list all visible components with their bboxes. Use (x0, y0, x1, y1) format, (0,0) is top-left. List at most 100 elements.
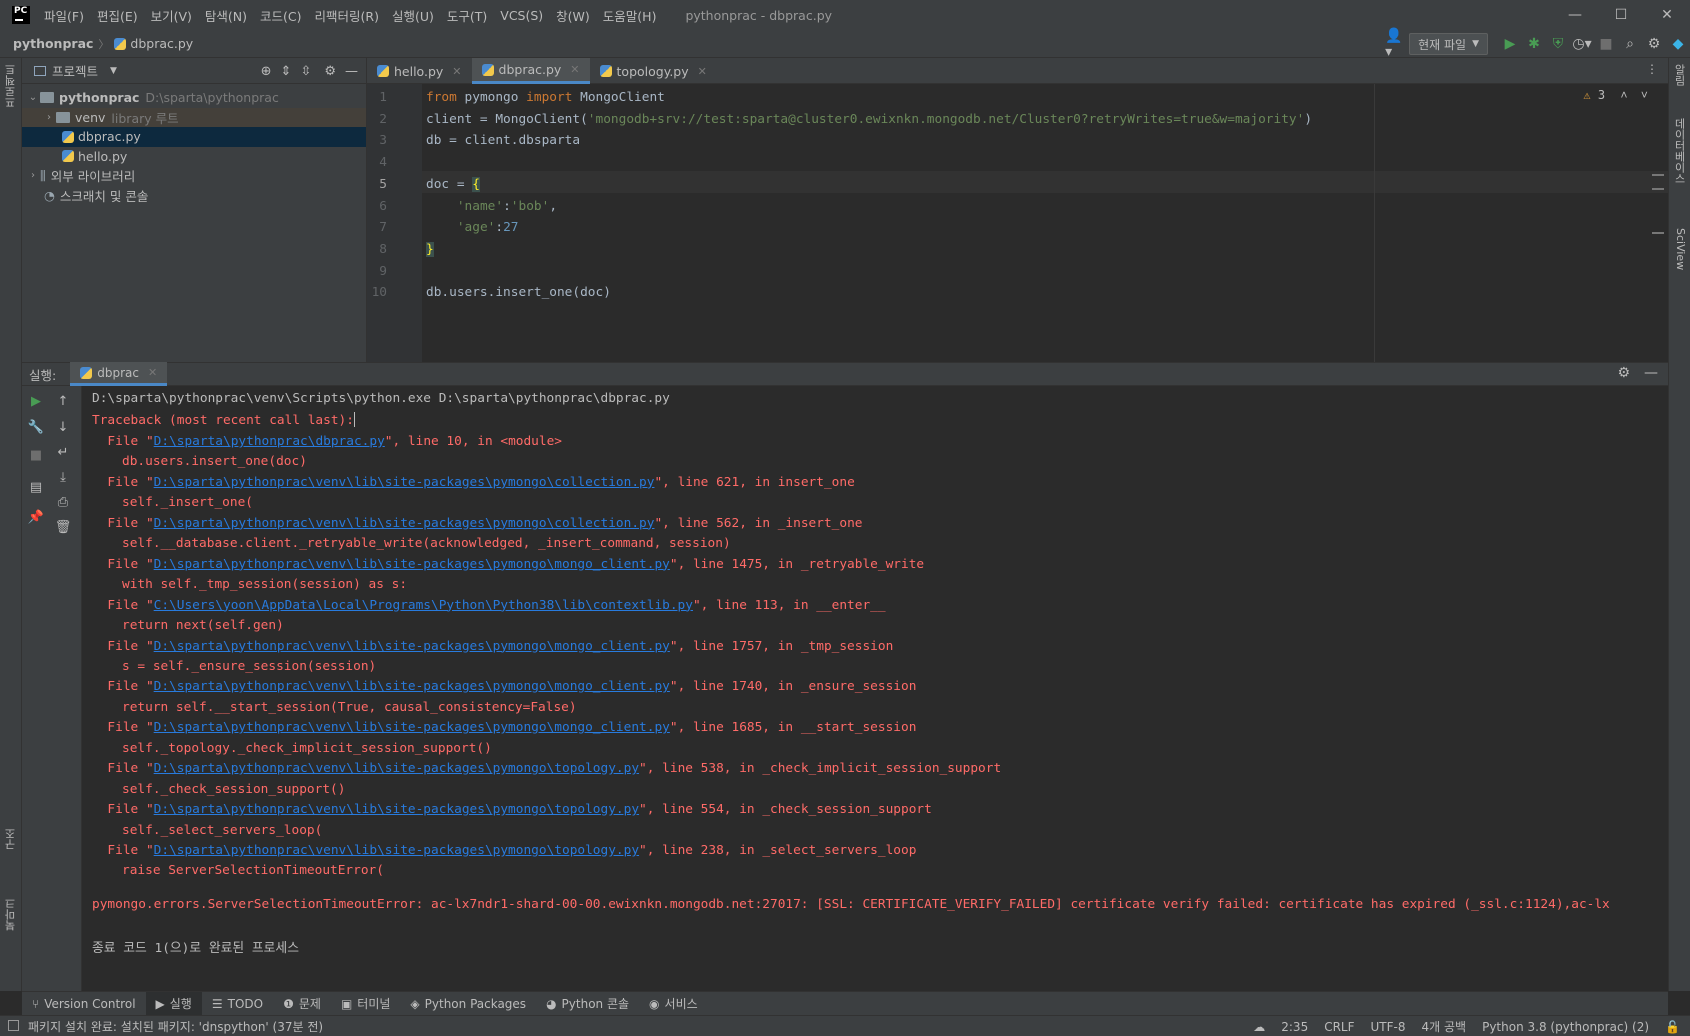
more-tabs-icon[interactable]: ⋮ (1646, 62, 1658, 76)
scroll-to-end-icon[interactable]: ⤓ (52, 466, 74, 488)
stop-icon[interactable]: ■ (25, 444, 47, 466)
arrow-down-icon[interactable]: ↓ (52, 416, 74, 438)
wrench-icon[interactable]: 🔧 (25, 416, 47, 438)
status-square-icon[interactable] (8, 1020, 19, 1031)
print-icon[interactable]: ⎙ (52, 491, 74, 513)
expand-all-icon[interactable]: ⇕ (281, 64, 292, 79)
console-file-link[interactable]: D:\sparta\pythonprac\dbprac.py (154, 434, 385, 449)
hide-icon[interactable]: — (345, 64, 358, 79)
maximize-button[interactable]: ☐ (1598, 0, 1644, 30)
menu-refactor[interactable]: 리팩터링(R) (315, 6, 379, 25)
cloud-sync-icon[interactable]: ☁ (1253, 1020, 1265, 1034)
python-interpreter[interactable]: Python 3.8 (pythonprac) (2) (1482, 1020, 1649, 1034)
console-file-link[interactable]: D:\sparta\pythonprac\venv\lib\site-packa… (154, 516, 655, 531)
menu-window[interactable]: 창(W) (556, 6, 590, 25)
console-file-link[interactable]: D:\sparta\pythonprac\venv\lib\site-packa… (154, 475, 655, 490)
menu-code[interactable]: 코드(C) (260, 6, 301, 25)
menu-view[interactable]: 보기(V) (151, 6, 192, 25)
tool-terminal[interactable]: ▣ 터미널 (331, 992, 400, 1016)
close-icon[interactable]: ✕ (570, 63, 579, 76)
code-editor[interactable]: 1 2 3 4 5 6 7 8 9 10 from pymongo import… (367, 84, 1668, 362)
lock-icon[interactable]: 🔓 (1665, 1020, 1680, 1034)
console-file-link[interactable]: D:\sparta\pythonprac\venv\lib\site-packa… (154, 802, 639, 817)
tool-problems[interactable]: ❶ 문제 (273, 992, 331, 1016)
gear-icon[interactable]: ⚙ (324, 64, 336, 79)
breadcrumb-file[interactable]: dbprac.py (130, 36, 193, 51)
tree-item-hello[interactable]: hello.py (22, 147, 366, 167)
chevron-right-icon[interactable]: › (26, 170, 40, 181)
tree-item-external-libraries[interactable]: › ⫼ 외부 라이브러리 (22, 166, 366, 186)
console-file-link[interactable]: D:\sparta\pythonprac\venv\lib\site-packa… (154, 720, 670, 735)
chevron-right-icon[interactable]: › (42, 112, 56, 123)
stop-icon[interactable]: ■ (1594, 32, 1618, 56)
tool-run[interactable]: ▶ 실행 (145, 991, 202, 1016)
menu-vcs[interactable]: VCS(S) (500, 8, 543, 23)
user-icon[interactable]: 👤▾ (1385, 28, 1409, 60)
tool-todo[interactable]: ☰ TODO (202, 992, 273, 1016)
locate-icon[interactable]: ⊕ (261, 64, 272, 79)
hide-icon[interactable]: — (1644, 365, 1658, 381)
line-separator[interactable]: CRLF (1324, 1020, 1354, 1034)
console-file-link[interactable]: D:\sparta\pythonprac\venv\lib\site-packa… (154, 639, 670, 654)
stripe-structure[interactable]: 구조 (3, 828, 19, 850)
soft-wrap-icon[interactable]: ↵ (52, 441, 74, 463)
rerun-icon[interactable]: ▶ (25, 390, 47, 412)
stripe-project[interactable]: 프로젝트 (3, 64, 19, 108)
chevron-down-icon[interactable]: ▼ (110, 66, 117, 76)
run-config-select[interactable]: 현재 파일 ▼ (1409, 33, 1488, 55)
tool-python-packages[interactable]: ◈ Python Packages (400, 992, 536, 1016)
menu-navigate[interactable]: 탐색(N) (205, 6, 247, 25)
project-panel-title[interactable]: 프로젝트 (52, 61, 98, 80)
close-icon[interactable]: ✕ (698, 65, 707, 78)
tab-topology[interactable]: topology.py ✕ (590, 58, 717, 84)
layout-icon[interactable]: ▤ (25, 476, 47, 498)
run-icon[interactable]: ▶ (1498, 32, 1522, 56)
tool-python-console[interactable]: ◕ Python 콘솔 (536, 992, 639, 1016)
collapse-all-icon[interactable]: ⇳ (300, 64, 311, 79)
menu-tools[interactable]: 도구(T) (447, 6, 487, 25)
chevron-down-icon[interactable]: ˅ (1641, 88, 1648, 102)
close-icon[interactable]: ✕ (452, 65, 461, 78)
trash-icon[interactable]: 🗑 (52, 516, 74, 538)
chevron-down-icon[interactable]: ⌄ (26, 92, 40, 103)
close-button[interactable]: ✕ (1644, 0, 1690, 30)
console-file-link[interactable]: D:\sparta\pythonprac\venv\lib\site-packa… (154, 679, 670, 694)
status-message[interactable]: 패키지 설치 완료: 설치된 패키지: 'dnspython' (37분 전) (28, 1018, 323, 1035)
search-icon[interactable]: ⌕ (1618, 32, 1642, 56)
tree-item-scratches[interactable]: ◔ 스크래치 및 콘솔 (22, 186, 366, 206)
tab-dbprac[interactable]: dbprac.py ✕ (471, 58, 590, 84)
stripe-notifications[interactable]: 알림 (1671, 64, 1687, 86)
menu-edit[interactable]: 편집(E) (97, 6, 138, 25)
tree-item-project-root[interactable]: ⌄ pythonprac D:\sparta\pythonprac (22, 88, 366, 108)
profile-icon[interactable]: ◷▾ (1570, 32, 1594, 56)
console-file-link[interactable]: D:\sparta\pythonprac\venv\lib\site-packa… (154, 843, 639, 858)
file-encoding[interactable]: UTF-8 (1371, 1020, 1406, 1034)
menu-run[interactable]: 실행(U) (392, 6, 434, 25)
jetbrains-logo-icon[interactable]: ◆ (1666, 32, 1690, 56)
caret-position[interactable]: 2:35 (1281, 1020, 1308, 1034)
console-file-link[interactable]: C:\Users\yoon\AppData\Local\Programs\Pyt… (154, 598, 693, 613)
menu-help[interactable]: 도움말(H) (603, 6, 657, 25)
breadcrumb-project[interactable]: pythonprac (13, 36, 93, 51)
inspection-widget[interactable]: ⚠ 3 ˄ ˅ (1583, 88, 1648, 103)
indent-setting[interactable]: 4개 공백 (1422, 1018, 1467, 1035)
tool-version-control[interactable]: ⑂ Version Control (22, 992, 146, 1016)
menu-file[interactable]: 파일(F) (44, 6, 84, 25)
debug-icon[interactable]: ✱ (1522, 32, 1546, 56)
coverage-icon[interactable]: ⛨ (1546, 32, 1570, 56)
close-icon[interactable]: ✕ (148, 366, 157, 379)
stripe-bookmarks[interactable]: 북마크 (3, 898, 19, 931)
console-output[interactable]: D:\sparta\pythonprac\venv\Scripts\python… (82, 386, 1668, 991)
stripe-database[interactable]: 데이터베이스 (1671, 118, 1687, 184)
stripe-sciview[interactable]: SciView (1674, 228, 1687, 270)
console-file-link[interactable]: D:\sparta\pythonprac\venv\lib\site-packa… (154, 761, 639, 776)
minimize-button[interactable]: — (1552, 0, 1598, 30)
arrow-up-icon[interactable]: ↑ (52, 390, 74, 412)
gear-icon[interactable]: ⚙ (1642, 32, 1666, 56)
tab-hello[interactable]: hello.py ✕ (367, 58, 472, 84)
run-tab-dbprac[interactable]: dbprac ✕ (70, 362, 168, 386)
tree-item-venv[interactable]: › venv library 루트 (22, 107, 366, 127)
tool-services[interactable]: ◉ 서비스 (639, 992, 708, 1016)
console-file-link[interactable]: D:\sparta\pythonprac\venv\lib\site-packa… (154, 557, 670, 572)
tree-item-dbprac[interactable]: dbprac.py (22, 127, 366, 147)
